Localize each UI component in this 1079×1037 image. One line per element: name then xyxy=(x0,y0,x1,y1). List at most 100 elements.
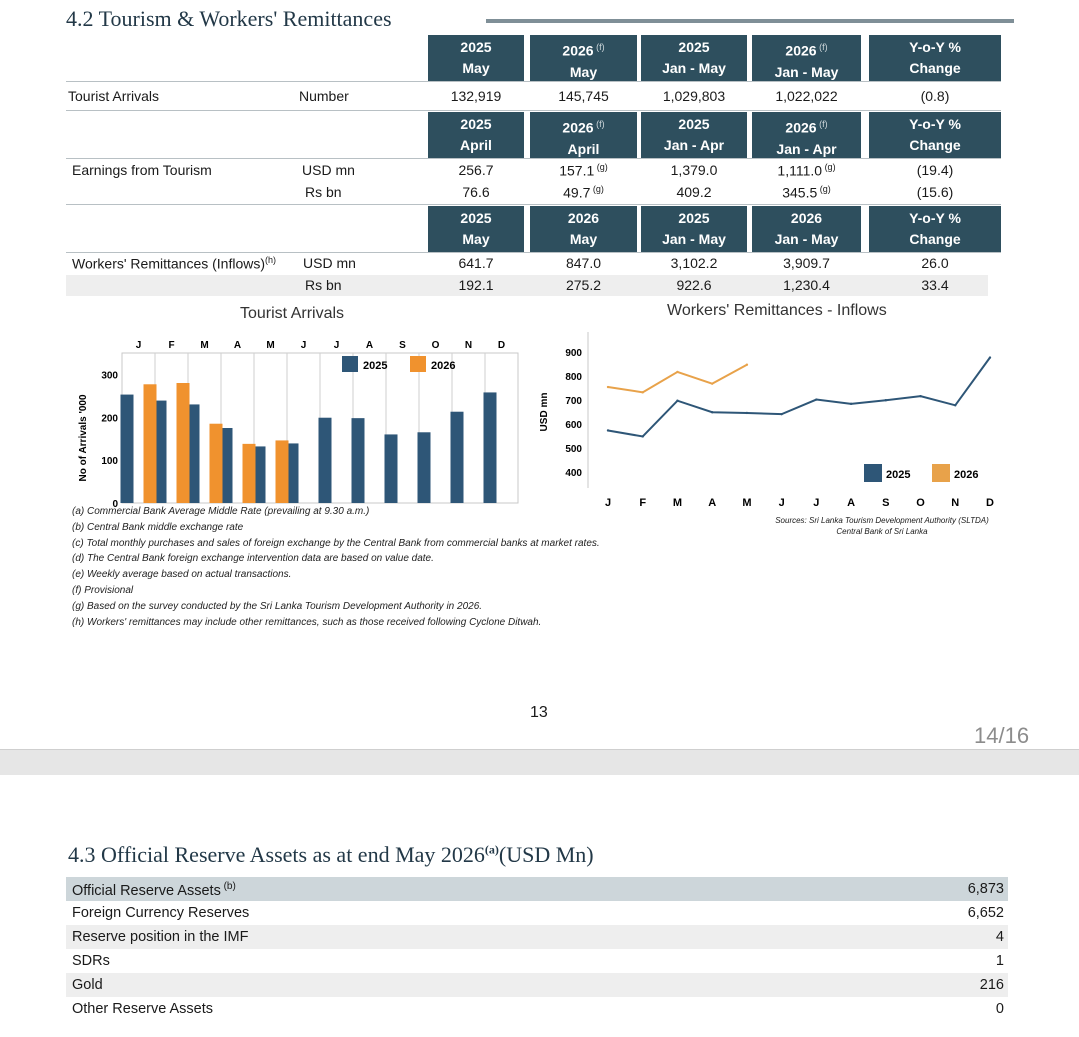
column-header-text: 2025 xyxy=(678,116,710,132)
page-separator xyxy=(0,749,1079,775)
column-header-year: 2025 xyxy=(641,206,747,229)
footnote: (g) Based on the survey conducted by the… xyxy=(72,600,483,612)
title-rule xyxy=(486,19,1014,23)
legend-label-2025: 2025 xyxy=(363,360,387,372)
page-indicator[interactable]: 14/16 xyxy=(974,723,1029,749)
y-axis-label: USD mn xyxy=(539,393,550,432)
x-tick-label: D xyxy=(986,497,994,509)
point-2025-7 xyxy=(849,402,853,406)
column-header-text: 2026 xyxy=(785,119,817,136)
point-2025-3 xyxy=(710,411,714,414)
chart-title-remittances: Workers' Remittances - Inflows xyxy=(667,302,887,319)
column-header-period: May xyxy=(462,231,490,247)
point-2025-1 xyxy=(641,435,644,438)
table-cell: 157.1 (g) xyxy=(530,162,637,179)
column-header-text: 2025 xyxy=(460,39,492,55)
x-tick-label: O xyxy=(432,340,440,351)
y-tick-label: 800 xyxy=(565,372,582,383)
table-cell: (19.4) xyxy=(869,162,1001,178)
column-header-text: 2025 xyxy=(678,210,710,226)
x-tick-label: J xyxy=(301,340,307,351)
bar-2025-6 xyxy=(318,417,332,503)
point-2025-5 xyxy=(780,412,783,416)
column-header-year: Y-o-Y % xyxy=(869,35,1001,58)
legend-label-2025: 2025 xyxy=(886,469,910,481)
y-tick-label: 700 xyxy=(565,396,582,407)
x-tick-label: M xyxy=(742,497,751,509)
column-header-period: Jan - May xyxy=(662,60,726,76)
cell-value: 275.2 xyxy=(565,277,602,293)
y-axis-label: No of Arrivals '000 xyxy=(78,394,89,481)
cell-value: 1,379.0 xyxy=(670,162,718,178)
column-header-period: April xyxy=(567,140,600,157)
x-tick-label: F xyxy=(639,497,646,509)
row-unit: Rs bn xyxy=(305,277,342,293)
bar-2025-0 xyxy=(120,394,134,503)
source-line: Sources: Sri Lanka Tourism Development A… xyxy=(775,516,989,525)
row-label-remittances: Workers' Remittances (Inflows)(h) xyxy=(72,255,277,272)
cell-value: 49.7 xyxy=(563,184,591,201)
column-header: 2026 (f) May xyxy=(530,35,637,81)
column-header-year: 2026 (f) xyxy=(530,35,637,62)
column-header-year: 2025 xyxy=(428,35,524,58)
column-header-year: 2025 xyxy=(428,206,524,229)
reserve-row: Reserve position in the IMF 4 xyxy=(66,925,1008,949)
reserve-label-text: Official Reserve Assets xyxy=(72,882,221,899)
bar-2026-2 xyxy=(209,423,223,503)
table-cell: 1,029,803 xyxy=(641,88,747,104)
page-number: 13 xyxy=(530,704,548,721)
row-divider xyxy=(66,110,1001,111)
x-tick-label: A xyxy=(847,497,855,509)
footnote: (b) Central Bank middle exchange rate xyxy=(72,521,244,533)
x-tick-label: N xyxy=(951,497,959,509)
point-2025-10 xyxy=(954,404,957,407)
footnote-mark: (b) xyxy=(220,881,236,892)
reserve-label: SDRs xyxy=(72,953,110,969)
column-header-year: 2026 (f) xyxy=(752,112,861,139)
cell-value: 922.6 xyxy=(676,277,712,293)
x-tick-label: M xyxy=(200,340,208,351)
footnote: (f) Provisional xyxy=(72,585,134,596)
column-header: 2025 Jan - Apr xyxy=(641,112,747,158)
table-cell: 345.5 (g) xyxy=(752,184,861,201)
reserve-row: Official Reserve Assets (b) 6,873 xyxy=(66,877,1008,901)
point-2025-8 xyxy=(884,399,888,402)
column-header-text: 2026 xyxy=(567,210,600,226)
column-header-text: 2026 xyxy=(790,210,823,226)
point-2025-2 xyxy=(676,399,679,402)
y-tick-label: 400 xyxy=(565,468,582,479)
column-header: 2026 (f) Jan - May xyxy=(752,35,861,81)
bar-2026-3 xyxy=(242,443,256,503)
point-2025-6 xyxy=(815,398,818,401)
reserve-value: 4 xyxy=(995,929,1004,945)
column-header-year: 2026 xyxy=(530,206,637,229)
footnote-mark: (g) xyxy=(817,184,831,194)
point-2025-4 xyxy=(745,411,749,415)
legend-swatch-2025 xyxy=(342,356,358,372)
cell-value: (15.6) xyxy=(916,184,954,200)
chart-title-tourist-arrivals: Tourist Arrivals xyxy=(240,305,345,322)
column-header-text: 2026 xyxy=(562,42,594,59)
footnote-mark: (f) xyxy=(593,119,605,129)
table-cell: 49.7 (g) xyxy=(530,184,637,201)
table-cell: 256.7 xyxy=(428,162,524,178)
cell-value: 132,919 xyxy=(450,88,502,104)
column-header: 2025 May xyxy=(428,35,524,81)
column-header-period: Jan - Apr xyxy=(776,140,837,157)
row-divider xyxy=(66,204,1001,205)
cell-value: 3,909.7 xyxy=(783,255,830,271)
x-tick-label: M xyxy=(673,497,682,509)
reserve-label-text: Other Reserve Assets xyxy=(72,1001,214,1017)
table-cell: 3,909.7 xyxy=(752,255,861,271)
section-title-reserves: 4.3 Official Reserve Assets as at end Ma… xyxy=(68,842,594,867)
column-header: 2026 Jan - May xyxy=(752,206,861,252)
column-header-text: Y-o-Y % xyxy=(909,39,961,55)
x-tick-label: A xyxy=(708,497,716,509)
table-cell: 847.0 xyxy=(530,255,637,271)
column-header-period: May xyxy=(462,60,490,76)
bar-2025-10 xyxy=(450,411,464,503)
table-cell: 1,379.0 xyxy=(641,162,747,178)
x-tick-label: S xyxy=(882,497,889,509)
series-line-2025 xyxy=(607,356,991,438)
footnote: (c) Total monthly purchases and sales of… xyxy=(72,537,600,549)
